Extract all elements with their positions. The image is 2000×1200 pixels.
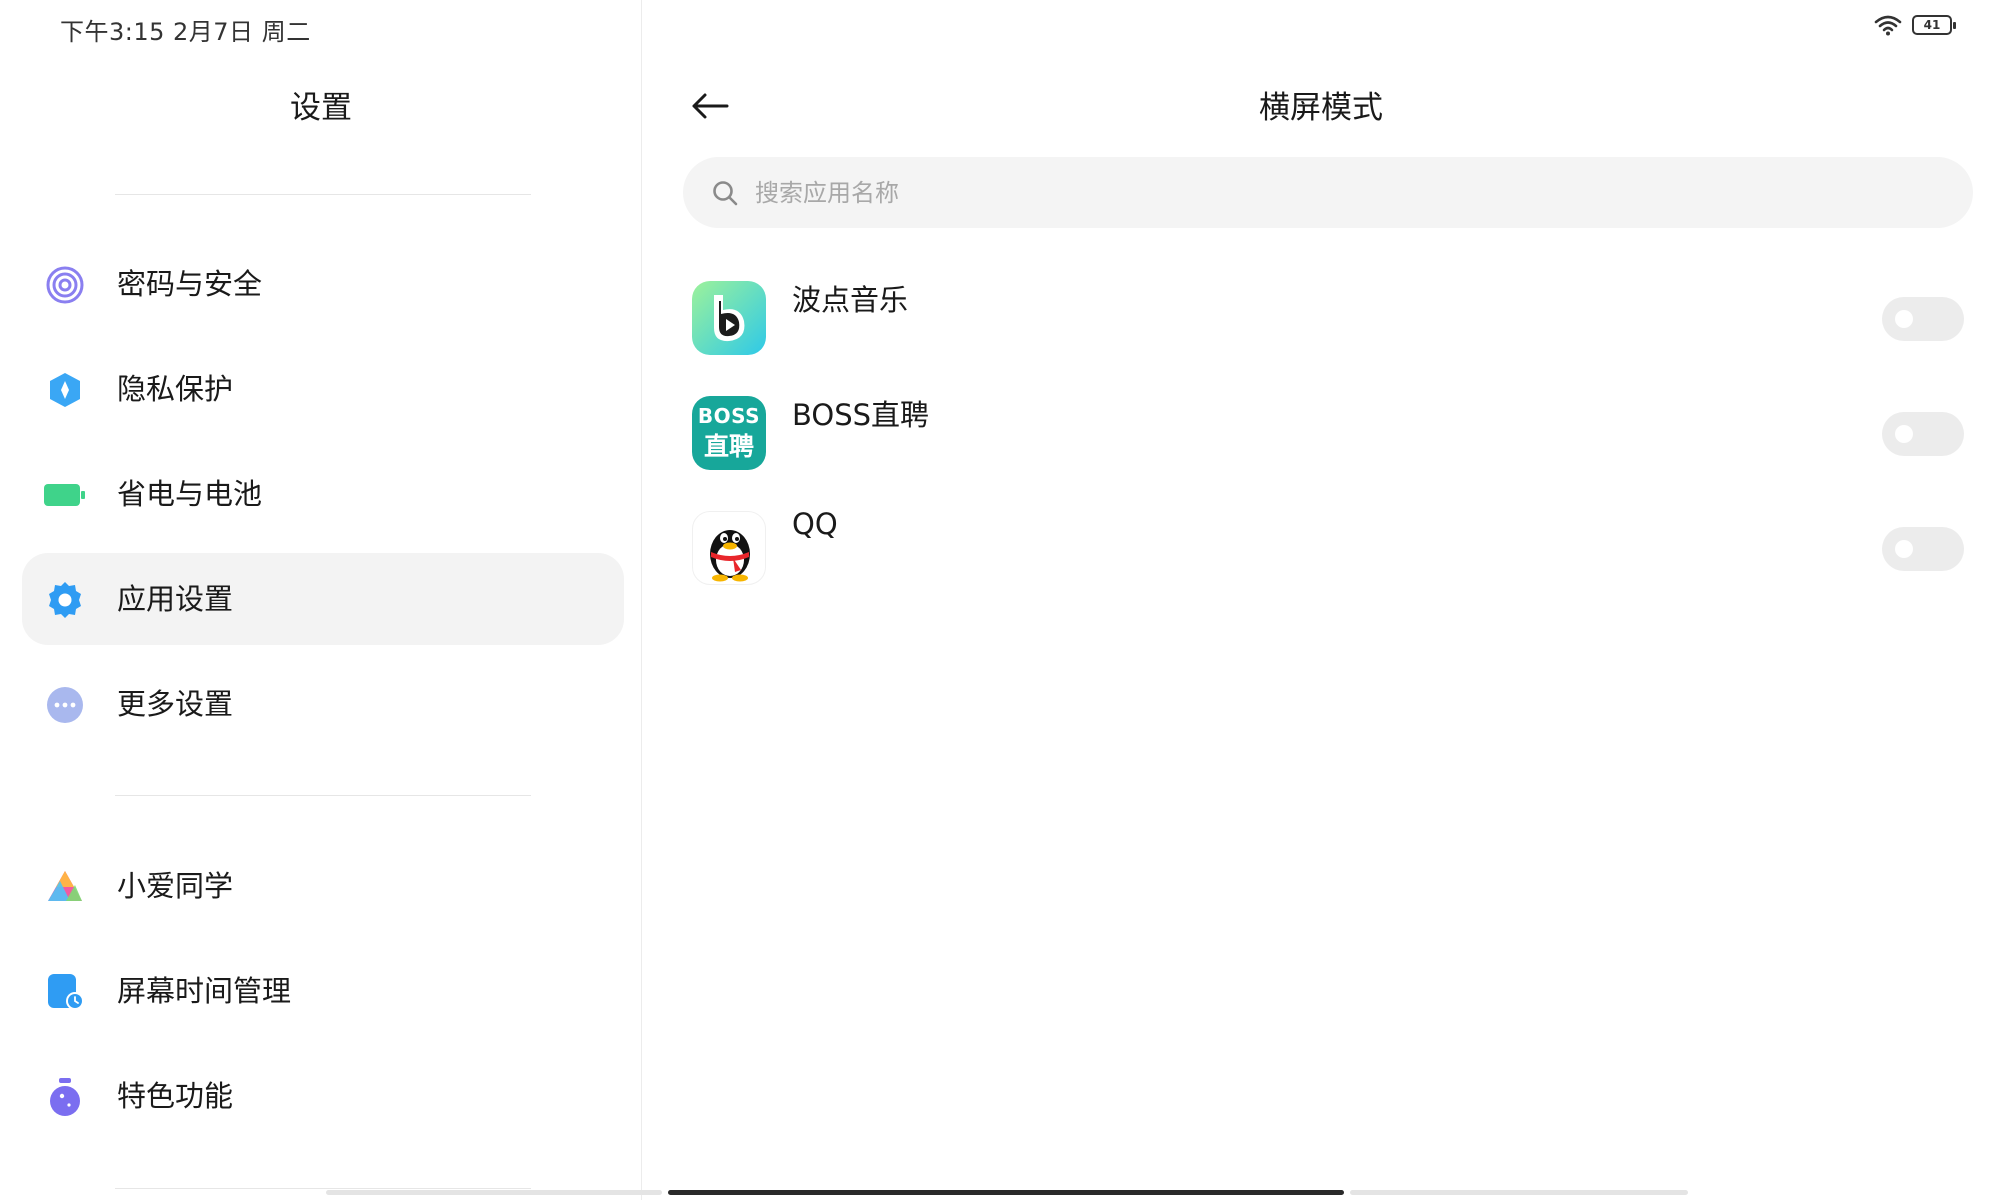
pane-indicator-right xyxy=(1350,1190,1688,1195)
sidebar-item-privacy[interactable]: 隐私保护 xyxy=(22,343,624,435)
search-bar[interactable] xyxy=(683,157,1973,228)
app-row-bodian-music: 波点音乐 xyxy=(692,281,1972,357)
app-name: QQ xyxy=(792,507,838,541)
privacy-shield-icon xyxy=(44,369,86,411)
sidebar-item-label: 更多设置 xyxy=(117,687,234,721)
sidebar-item-xiaoai[interactable]: 小爱同学 xyxy=(22,840,624,932)
landscape-toggle-bodian-music[interactable] xyxy=(1882,297,1964,341)
sidebar-item-app-settings[interactable]: 应用设置 xyxy=(22,553,624,645)
page-title: 横屏模式 xyxy=(1259,90,1383,126)
landscape-toggle-qq[interactable] xyxy=(1882,527,1964,571)
battery-icon xyxy=(44,474,86,516)
boss-zhipin-icon: BOSS 直聘 xyxy=(692,396,766,470)
divider xyxy=(115,795,531,796)
sidebar-item-label: 应用设置 xyxy=(117,582,234,616)
features-icon xyxy=(44,1076,86,1118)
screen: 下午3:15 2月7日 周二 41 设置 密码与安全 隐私保护 省电与电池 应用… xyxy=(0,0,2000,1200)
toggle-knob xyxy=(1895,425,1913,443)
sidebar-item-label: 隐私保护 xyxy=(117,372,234,406)
boss-icon-text-bottom: 直聘 xyxy=(703,432,754,461)
app-row-qq: QQ xyxy=(692,507,1972,587)
qq-penguin-icon xyxy=(692,511,766,585)
sidebar-item-screen-time[interactable]: 屏幕时间管理 xyxy=(22,945,624,1037)
sidebar-item-label: 小爱同学 xyxy=(117,869,234,903)
sidebar-title: 设置 xyxy=(290,90,352,126)
toggle-knob xyxy=(1895,540,1913,558)
sidebar-item-label: 特色功能 xyxy=(117,1079,234,1113)
divider xyxy=(115,194,531,195)
screen-time-icon xyxy=(44,971,86,1013)
sidebar-item-battery[interactable]: 省电与电池 xyxy=(22,448,624,540)
search-icon xyxy=(713,180,738,205)
sidebar-item-label: 省电与电池 xyxy=(117,477,263,511)
settings-sidebar: 设置 密码与安全 隐私保护 省电与电池 应用设置 更多设置 小爱同学 屏幕时间管… xyxy=(0,0,642,1200)
sidebar-item-password-security[interactable]: 密码与安全 xyxy=(22,238,624,330)
divider xyxy=(115,1188,531,1189)
more-dots-icon xyxy=(44,684,86,726)
landscape-toggle-boss-zhipin[interactable] xyxy=(1882,412,1964,456)
battery-indicator: 41 xyxy=(1912,15,1956,35)
bodian-music-icon xyxy=(692,281,766,355)
sidebar-item-features[interactable]: 特色功能 xyxy=(22,1050,624,1142)
app-name: 波点音乐 xyxy=(792,283,909,317)
app-row-boss-zhipin: BOSS 直聘 BOSS直聘 xyxy=(692,396,1972,472)
toggle-knob xyxy=(1895,310,1913,328)
sidebar-item-label: 密码与安全 xyxy=(117,267,263,301)
xiaoai-icon xyxy=(44,866,86,908)
fingerprint-icon xyxy=(44,264,86,306)
sidebar-item-label: 屏幕时间管理 xyxy=(117,974,292,1008)
status-icons: 41 xyxy=(1874,14,1956,36)
wifi-icon xyxy=(1874,15,1902,36)
home-indicator[interactable] xyxy=(668,1190,1344,1195)
app-name: BOSS直聘 xyxy=(792,398,930,432)
boss-icon-text-top: BOSS xyxy=(697,404,761,428)
search-input[interactable] xyxy=(753,177,1753,208)
gear-icon xyxy=(44,579,86,621)
sidebar-item-more-settings[interactable]: 更多设置 xyxy=(22,658,624,750)
battery-level: 41 xyxy=(1923,18,1941,32)
pane-indicator-left xyxy=(326,1190,662,1195)
